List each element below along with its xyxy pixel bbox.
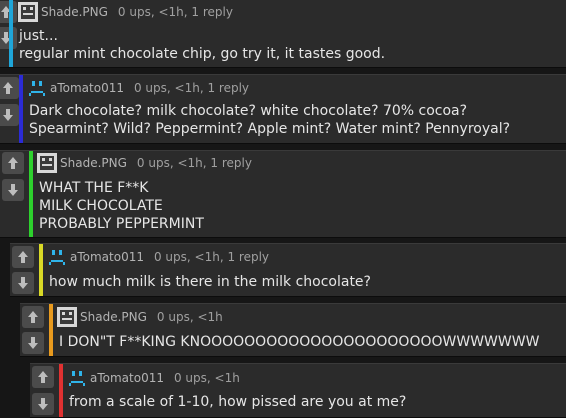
arrow-down-icon (18, 277, 28, 289)
arrow-up-icon (8, 157, 18, 169)
comment-meta: 0 ups, <1h (156, 310, 223, 324)
arrow-down-icon (38, 398, 48, 410)
square-face-avatar[interactable] (37, 153, 57, 173)
blue-sad-face-avatar[interactable] (27, 78, 47, 98)
author-link[interactable]: aTomato011 (50, 81, 124, 95)
arrow-up-icon (3, 82, 13, 94)
downvote-button[interactable] (32, 393, 54, 415)
vote-controls (0, 151, 26, 237)
blue-sad-face-avatar[interactable] (47, 247, 67, 267)
vote-controls (30, 364, 56, 417)
comment-meta: 0 ups, <1h, 1 reply (133, 81, 250, 95)
comment-line: Spearmint? Wild? Peppermint? Apple mint?… (29, 121, 511, 137)
comment-header: Shade.PNG 0 ups, <1h (57, 307, 223, 327)
arrow-down-icon (28, 337, 38, 349)
vote-controls (20, 304, 46, 356)
upvote-button[interactable] (2, 152, 24, 174)
blue-sad-face-avatar[interactable] (67, 368, 87, 388)
thread-level-bar (29, 151, 33, 237)
thread-level-bar (19, 75, 23, 143)
arrow-down-icon (8, 184, 18, 196)
comment-line: how much milk is there in the milk choco… (49, 274, 371, 290)
comment-meta: 0 ups, <1h, 1 reply (153, 250, 270, 264)
downvote-button[interactable] (22, 332, 44, 354)
comment-text: WHAT THE F**K MILK CHOCOLATE PROBABLY PE… (39, 179, 204, 233)
comment: aTomato011 0 ups, <1h, 1 reply how much … (10, 243, 566, 297)
square-face-avatar[interactable] (18, 2, 38, 22)
upvote-button[interactable] (32, 366, 54, 388)
author-link[interactable]: Shade.PNG (41, 5, 108, 19)
thread-level-bar (39, 244, 43, 296)
comment-line: Dark chocolate? milk chocolate? white ch… (29, 103, 468, 119)
downvote-button[interactable] (12, 272, 34, 294)
comment-header: Shade.PNG 0 ups, <1h, 1 reply (18, 2, 233, 22)
comment-text: just... regular mint chocolate chip, go … (19, 27, 385, 63)
comment-text: I DON"T F**KING KNOOOOOOOOOOOOOOOOOOOOOO… (59, 333, 539, 351)
arrow-up-icon (38, 371, 48, 383)
comment-meta: 0 ups, <1h (173, 371, 240, 385)
downvote-button[interactable] (2, 179, 24, 201)
comment-text: how much milk is there in the milk choco… (49, 273, 371, 291)
author-link[interactable]: aTomato011 (90, 371, 164, 385)
comment-line: just... (19, 28, 58, 44)
comment-header: Shade.PNG 0 ups, <1h, 1 reply (37, 153, 252, 173)
thread-level-bar (59, 364, 63, 417)
comment-line: regular mint chocolate chip, go try it, … (19, 46, 386, 62)
author-link[interactable]: Shade.PNG (60, 156, 127, 170)
comment-header: aTomato011 0 ups, <1h, 1 reply (27, 78, 249, 98)
comment: Shade.PNG 0 ups, <1h, 1 reply just... re… (0, 0, 566, 68)
comment-line: WHAT THE F**K (39, 180, 149, 196)
arrow-up-icon (18, 251, 28, 263)
comment-header: aTomato011 0 ups, <1h, 1 reply (47, 247, 269, 267)
upvote-button[interactable] (12, 246, 34, 268)
upvote-button[interactable] (0, 77, 19, 99)
comment-text: Dark chocolate? milk chocolate? white ch… (29, 102, 510, 138)
comment: aTomato011 0 ups, <1h, 1 reply Dark choc… (0, 74, 566, 144)
downvote-button[interactable] (0, 104, 19, 126)
comment: Shade.PNG 0 ups, <1h I DON"T F**KING KNO… (20, 303, 566, 357)
vote-controls (10, 244, 36, 296)
comment: aTomato011 0 ups, <1h from a scale of 1-… (30, 363, 566, 418)
comment-line: I DON"T F**KING KNOOOOOOOOOOOOOOOOOOOOOO… (59, 334, 540, 350)
comment-text: from a scale of 1-10, how pissed are you… (69, 393, 406, 411)
author-link[interactable]: Shade.PNG (80, 310, 147, 324)
comment-line: from a scale of 1-10, how pissed are you… (69, 394, 407, 410)
comment-line: PROBABLY PEPPERMINT (39, 216, 204, 232)
arrow-up-icon (28, 311, 38, 323)
comment: Shade.PNG 0 ups, <1h, 1 reply WHAT THE F… (0, 150, 566, 238)
arrow-down-icon (3, 109, 13, 121)
upvote-button[interactable] (22, 306, 44, 328)
thread-level-bar (9, 0, 13, 67)
comment-meta: 0 ups, <1h, 1 reply (117, 5, 233, 19)
comment-line: MILK CHOCOLATE (39, 198, 163, 214)
square-face-avatar[interactable] (57, 307, 77, 327)
comment-meta: 0 ups, <1h, 1 reply (136, 156, 252, 170)
thread-level-bar (49, 304, 53, 356)
author-link[interactable]: aTomato011 (70, 250, 144, 264)
comment-header: aTomato011 0 ups, <1h (67, 368, 240, 388)
